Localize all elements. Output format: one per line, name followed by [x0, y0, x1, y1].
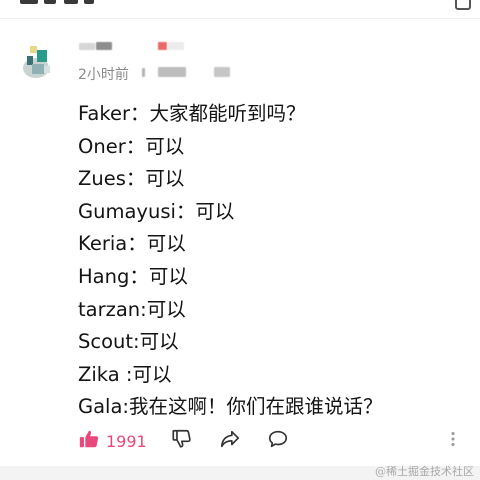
thumbs-down-icon	[171, 428, 193, 454]
comment-button[interactable]	[267, 428, 289, 454]
comment-line: Gala:我在这啊！你们在跟谁说话？	[78, 395, 383, 419]
comment-line: Zues：可以	[78, 167, 185, 191]
top-status-strip	[0, 0, 480, 20]
cropped-text-fragment	[20, 0, 38, 4]
dislike-button[interactable]	[171, 428, 193, 454]
cropped-text-fragment	[84, 0, 94, 4]
comment-line: Zika :可以	[78, 362, 172, 386]
post-time: 2小时前	[78, 67, 129, 83]
more-button[interactable]	[445, 428, 461, 454]
comment-line: tarzan:可以	[78, 297, 186, 321]
divider	[0, 18, 480, 19]
cropped-text-fragment	[44, 0, 56, 4]
thumbs-up-icon	[78, 428, 100, 454]
action-bar: 1991	[0, 428, 480, 462]
comment-icon	[267, 428, 289, 454]
cropped-text-fragment	[64, 0, 78, 4]
comment-line: Scout:可以	[78, 330, 179, 354]
comment-line: Hang：可以	[78, 264, 188, 288]
comment-line: Gumayusi：可以	[78, 199, 235, 223]
comment-body: Faker：大家都能听到吗？ Oner：可以 Zues：可以 Gumayusi：…	[78, 99, 468, 425]
more-vertical-icon	[445, 428, 461, 454]
like-button[interactable]: 1991	[78, 428, 147, 454]
share-icon	[219, 428, 241, 454]
top-right-icon[interactable]	[455, 0, 471, 10]
avatar[interactable]	[20, 40, 56, 80]
share-button[interactable]	[219, 428, 241, 454]
comment-line: Faker：大家都能听到吗？	[78, 102, 306, 125]
comment-line: Keria：可以	[78, 232, 186, 256]
like-count: 1991	[106, 431, 147, 451]
watermark: @稀土掘金技术社区	[375, 465, 474, 478]
comment-line: Oner：可以	[78, 134, 185, 158]
